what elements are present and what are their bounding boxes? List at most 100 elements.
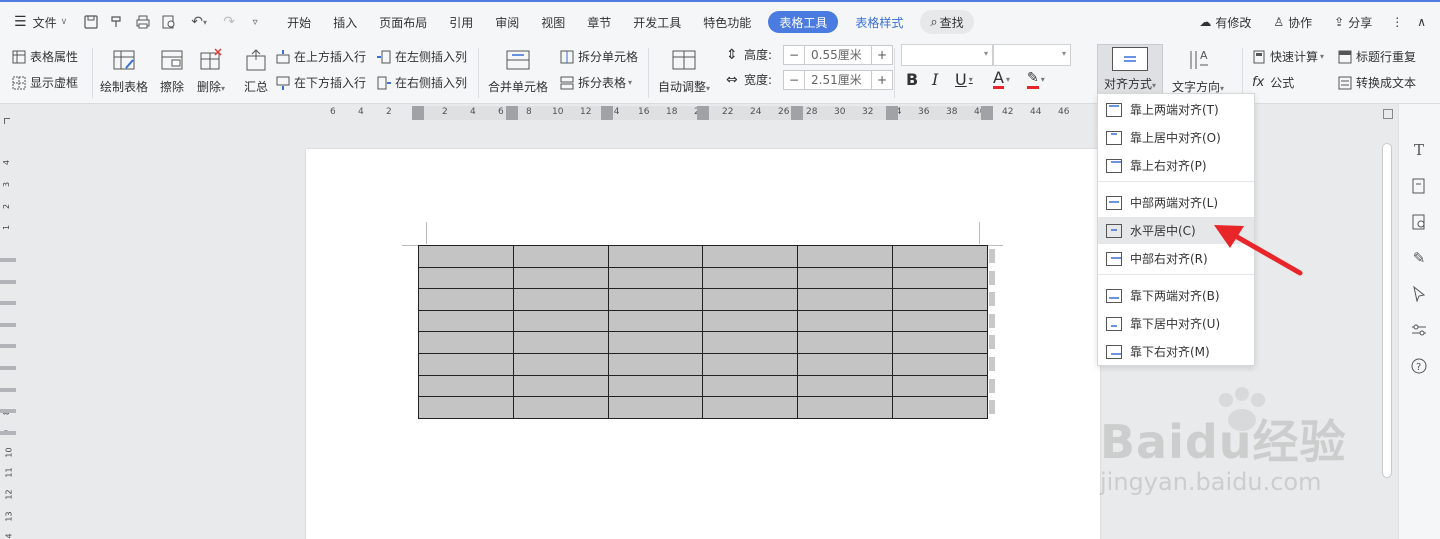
table-cell[interactable] bbox=[702, 266, 799, 290]
share-button[interactable]: ⇪ 分享 bbox=[1323, 9, 1383, 35]
tab-table-style[interactable]: 表格样式 bbox=[844, 9, 914, 35]
undo-icon[interactable]: ↶ ▾ bbox=[184, 11, 214, 33]
table-cell[interactable] bbox=[702, 374, 799, 398]
more-icon[interactable]: ⋮ bbox=[1383, 9, 1411, 35]
table-cell[interactable] bbox=[702, 309, 799, 333]
tab-insert[interactable]: 插入 bbox=[322, 9, 368, 35]
dropdown-item-align-top-center[interactable]: 靠上居中对齐(O) bbox=[1098, 124, 1254, 151]
table-cell[interactable] bbox=[702, 352, 799, 376]
table-cell[interactable] bbox=[418, 374, 514, 398]
file-menu[interactable]: ☰ 文件 ∨ bbox=[0, 9, 78, 35]
highlight-button[interactable]: ✎ ▾ bbox=[1027, 70, 1045, 89]
row-marker[interactable] bbox=[0, 366, 16, 370]
tab-view[interactable]: 视图 bbox=[530, 9, 576, 35]
table-cell[interactable] bbox=[892, 396, 988, 419]
sliders-icon[interactable] bbox=[1409, 320, 1429, 340]
tab-developer[interactable]: 开发工具 bbox=[622, 9, 692, 35]
table-cell[interactable] bbox=[797, 331, 894, 354]
dropdown-item-align-top-justify[interactable]: 靠上两端对齐(T) bbox=[1098, 96, 1254, 123]
table-cell[interactable] bbox=[797, 309, 894, 333]
format-painter-icon[interactable] bbox=[106, 11, 128, 33]
font-size-select[interactable]: ▾ bbox=[993, 44, 1071, 66]
table-cell[interactable] bbox=[797, 396, 894, 419]
table-cell[interactable] bbox=[512, 374, 609, 398]
table-properties-button[interactable]: 表格属性 bbox=[12, 48, 78, 65]
tab-stop-marker[interactable] bbox=[4, 118, 10, 124]
plus-icon[interactable]: + bbox=[872, 48, 892, 62]
insert-row-below-button[interactable]: 在下方插入行 bbox=[276, 74, 366, 91]
search-box[interactable]: ⌕ 查找 bbox=[920, 10, 974, 34]
height-value[interactable]: 0.55厘米 bbox=[804, 46, 872, 64]
redo-icon[interactable]: ↷ bbox=[218, 11, 240, 33]
tab-table-tools[interactable]: 表格工具 bbox=[768, 11, 839, 33]
table-cell[interactable] bbox=[512, 309, 609, 333]
table-cell[interactable] bbox=[892, 352, 988, 376]
row-marker[interactable] bbox=[0, 258, 16, 262]
table-cell[interactable] bbox=[607, 245, 704, 268]
print-preview-icon[interactable] bbox=[158, 11, 180, 33]
split-cells-button[interactable]: 拆分单元格 bbox=[560, 48, 638, 65]
auto-adjust-button[interactable]: 自动调整▾ bbox=[658, 46, 710, 95]
table-cell[interactable] bbox=[797, 266, 894, 290]
plus-icon[interactable]: + bbox=[872, 73, 892, 87]
tab-review[interactable]: 审阅 bbox=[484, 9, 530, 35]
table-cell[interactable] bbox=[892, 309, 988, 333]
row-marker[interactable] bbox=[0, 409, 16, 414]
width-value[interactable]: 2.51厘米 bbox=[804, 71, 872, 89]
tab-home[interactable]: 开始 bbox=[276, 9, 322, 35]
table-cell[interactable] bbox=[892, 331, 988, 354]
table-cell[interactable] bbox=[607, 352, 704, 376]
text-direction-button[interactable]: A 文字方向▾ bbox=[1172, 46, 1224, 95]
dropdown-item-align-middle-justify[interactable]: 中部两端对齐(L) bbox=[1098, 189, 1254, 216]
delete-button[interactable]: 删除▾ bbox=[197, 46, 225, 95]
repeat-header-button[interactable]: 标题行重复 bbox=[1338, 48, 1416, 65]
table-cell[interactable] bbox=[892, 245, 988, 268]
table-cell[interactable] bbox=[512, 352, 609, 376]
align-button[interactable]: 对齐方式▾ bbox=[1097, 44, 1163, 94]
table-cell[interactable] bbox=[418, 309, 514, 333]
row-marker[interactable] bbox=[0, 301, 16, 306]
table-cell[interactable] bbox=[512, 288, 609, 311]
dropdown-item-align-top-right[interactable]: 靠上右对齐(P) bbox=[1098, 152, 1254, 179]
table-cell[interactable] bbox=[797, 288, 894, 311]
table-cell[interactable] bbox=[702, 245, 799, 268]
collapse-ribbon-icon[interactable]: ∧ bbox=[1411, 9, 1440, 35]
tab-page-layout[interactable]: 页面布局 bbox=[368, 9, 438, 35]
font-name-select[interactable]: ▾ bbox=[901, 44, 993, 66]
formula-button[interactable]: fx 公式 bbox=[1252, 74, 1294, 91]
table-cell[interactable] bbox=[797, 245, 894, 268]
help-icon[interactable]: ? bbox=[1409, 356, 1429, 376]
draw-table-button[interactable]: 绘制表格 bbox=[100, 46, 148, 95]
underline-button[interactable]: U ▾ bbox=[955, 70, 973, 89]
summary-button[interactable]: 汇总 bbox=[242, 46, 270, 95]
cursor-icon[interactable] bbox=[1409, 284, 1429, 304]
collab-button[interactable]: ♙ 协作 bbox=[1262, 9, 1323, 35]
row-marker[interactable] bbox=[0, 322, 16, 327]
customize-dropdown-icon[interactable]: ▿ bbox=[244, 11, 266, 33]
dropdown-item-align-bottom-justify[interactable]: 靠下两端对齐(B) bbox=[1098, 282, 1254, 309]
quick-calc-button[interactable]: 快速计算 ▾ bbox=[1252, 48, 1324, 65]
table-cell[interactable] bbox=[418, 288, 514, 311]
insert-row-above-button[interactable]: 在上方插入行 bbox=[276, 48, 366, 65]
split-table-button[interactable]: 拆分表格 ▾ bbox=[560, 74, 632, 91]
table-cell[interactable] bbox=[892, 288, 988, 311]
table-cell[interactable] bbox=[607, 266, 704, 290]
table-cell[interactable] bbox=[607, 374, 704, 398]
document-icon[interactable] bbox=[1409, 176, 1429, 196]
table-cell[interactable] bbox=[418, 331, 514, 354]
table-cell[interactable] bbox=[607, 288, 704, 311]
minus-icon[interactable]: − bbox=[784, 73, 804, 87]
merge-cells-button[interactable]: 合并单元格 bbox=[488, 46, 548, 95]
row-marker[interactable] bbox=[0, 344, 16, 349]
height-stepper[interactable]: − 0.55厘米 + bbox=[783, 45, 893, 65]
minus-icon[interactable]: − bbox=[784, 48, 804, 62]
vertical-scrollbar[interactable] bbox=[1382, 143, 1392, 478]
print-icon[interactable] bbox=[132, 11, 154, 33]
table-cell[interactable] bbox=[512, 396, 609, 419]
save-icon[interactable] bbox=[80, 11, 102, 33]
text-style-icon[interactable]: T bbox=[1409, 140, 1429, 160]
width-stepper[interactable]: − 2.51厘米 + bbox=[783, 70, 893, 90]
document-settings-icon[interactable] bbox=[1409, 212, 1429, 232]
insert-col-right-button[interactable]: 在右侧插入列 bbox=[377, 74, 467, 91]
tab-references[interactable]: 引用 bbox=[438, 9, 484, 35]
